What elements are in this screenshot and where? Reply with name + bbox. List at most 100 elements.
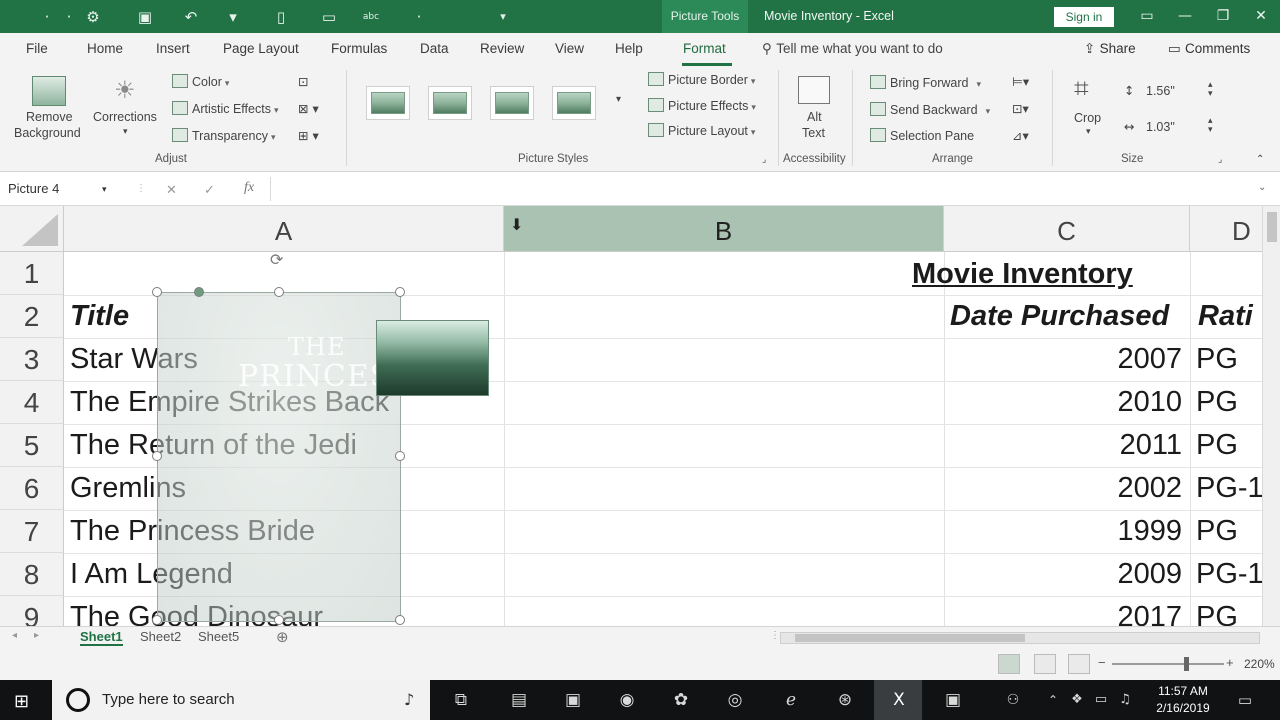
header-date-purchased-cell[interactable]: Date Purchased: [950, 295, 1169, 338]
year-cell[interactable]: 2002: [1030, 467, 1182, 510]
picture-styles-dialog-launcher-icon[interactable]: ⌟: [762, 154, 766, 165]
windows-start-icon[interactable]: ⊞: [14, 691, 29, 712]
year-cell[interactable]: 2011: [1030, 424, 1182, 467]
camtasia-icon[interactable]: ▣: [560, 688, 586, 712]
print-icon[interactable]: ▭: [318, 6, 340, 28]
tab-view[interactable]: View: [555, 41, 584, 56]
name-box[interactable]: Picture 4 ▾: [0, 177, 118, 201]
maximize-button[interactable]: ❐: [1204, 0, 1242, 33]
formula-input[interactable]: [270, 177, 1260, 201]
vertical-scrollbar[interactable]: [1262, 206, 1280, 626]
year-cell[interactable]: 1999: [1030, 510, 1182, 553]
tab-review[interactable]: Review: [480, 41, 524, 56]
rating-cell[interactable]: PG-1: [1196, 467, 1262, 510]
resize-handle-bottom-left[interactable]: [152, 615, 162, 625]
steam-icon[interactable]: ◉: [614, 688, 640, 712]
align-icon[interactable]: ⊨▾: [1012, 74, 1029, 89]
rating-cell[interactable]: PG: [1196, 596, 1238, 626]
year-cell[interactable]: 2009: [1030, 553, 1182, 596]
row-header-9[interactable]: 9: [0, 596, 64, 626]
reset-picture-icon[interactable]: ⊞ ▾: [298, 128, 319, 143]
bring-forward-button[interactable]: Bring Forward ▾: [870, 75, 981, 90]
artistic-effects-button[interactable]: Artistic Effects ▾: [172, 101, 279, 116]
clock-time[interactable]: 11:57 AM: [1150, 684, 1216, 698]
action-center-icon[interactable]: ▭: [1232, 688, 1258, 712]
size-dialog-launcher-icon[interactable]: ⌟: [1218, 154, 1222, 165]
tab-formulas[interactable]: Formulas: [331, 41, 387, 56]
show-hidden-icons-icon[interactable]: ⌃: [1040, 688, 1066, 712]
rating-cell[interactable]: PG: [1196, 338, 1238, 381]
cancel-icon[interactable]: ✕: [166, 182, 177, 198]
zoom-level[interactable]: 220%: [1244, 657, 1275, 671]
tab-split-icon[interactable]: ⋮: [770, 630, 780, 641]
row-header-6[interactable]: 6: [0, 467, 64, 510]
height-spinner-icon[interactable]: ▴ ▾: [1208, 80, 1213, 98]
sheet-tab-sheet5[interactable]: Sheet5: [198, 629, 239, 644]
shape-height-input[interactable]: 1.56": [1146, 84, 1175, 98]
row-header-5[interactable]: 5: [0, 424, 64, 467]
selection-pane-button[interactable]: Selection Pane: [870, 128, 974, 143]
quick-access-options-icon[interactable]: ⚙: [82, 6, 104, 28]
row-header-3[interactable]: 3: [0, 338, 64, 381]
tab-file[interactable]: File: [26, 41, 48, 56]
undo-dropdown-icon[interactable]: ▾: [222, 6, 244, 28]
corrections-icon[interactable]: ☀: [114, 76, 136, 104]
picture-style-1[interactable]: [366, 86, 410, 120]
send-backward-button[interactable]: Send Backward ▾: [870, 102, 990, 117]
row-header-4[interactable]: 4: [0, 381, 64, 424]
edge-icon[interactable]: ℯ: [778, 688, 804, 712]
color-button[interactable]: Color ▾: [172, 74, 229, 89]
new-sheet-icon[interactable]: ⊕: [276, 628, 289, 646]
corrections-dropdown-icon[interactable]: ▾: [123, 126, 128, 137]
corrections-button[interactable]: Corrections: [93, 110, 157, 124]
normal-view-button[interactable]: [998, 654, 1020, 674]
undo-icon[interactable]: ↶: [180, 6, 202, 28]
quick-access-more-icon[interactable]: ·: [408, 6, 430, 28]
previous-sheet-icon[interactable]: ◂: [12, 630, 17, 641]
column-header-b[interactable]: B ⬇: [504, 206, 944, 252]
picture-style-2[interactable]: [428, 86, 472, 120]
excel-icon[interactable]: X: [886, 688, 912, 712]
clock-date[interactable]: 2/16/2019: [1150, 701, 1216, 715]
file-explorer-icon[interactable]: ▤: [506, 688, 532, 712]
transparency-button[interactable]: Transparency ▾: [172, 128, 276, 143]
row-header-1[interactable]: 1: [0, 252, 64, 295]
sheet-tab-sheet2[interactable]: Sheet2: [140, 629, 181, 644]
microphone-icon[interactable]: ♪: [404, 690, 414, 709]
picture-effects-button[interactable]: Picture Effects ▾: [648, 98, 756, 113]
collapse-ribbon-icon[interactable]: ⌃: [1256, 154, 1264, 165]
sheet-tab-sheet1[interactable]: Sheet1: [80, 629, 123, 646]
resize-handle-top-center[interactable]: [274, 287, 284, 297]
tell-me-search[interactable]: ⚲ Tell me what you want to do: [762, 41, 943, 57]
picture-layout-button[interactable]: Picture Layout ▾: [648, 123, 755, 138]
compress-pictures-icon[interactable]: ⊡: [298, 74, 308, 89]
row-header-7[interactable]: 7: [0, 510, 64, 553]
width-spinner-icon[interactable]: ▴ ▾: [1208, 116, 1213, 134]
row-header-8[interactable]: 8: [0, 553, 64, 596]
page-layout-view-button[interactable]: [1034, 654, 1056, 674]
comments-button[interactable]: ▭ Comments: [1168, 41, 1250, 57]
year-cell[interactable]: 2017: [1030, 596, 1182, 626]
header-title-cell[interactable]: Title: [70, 295, 129, 338]
crop-dropdown-icon[interactable]: ▾: [1086, 126, 1091, 137]
tab-help[interactable]: Help: [615, 41, 643, 56]
resize-handle-top-left[interactable]: [152, 287, 162, 297]
select-all-corner[interactable]: [0, 206, 64, 252]
vertical-scroll-thumb[interactable]: [1267, 212, 1277, 242]
enter-icon[interactable]: ✓: [204, 182, 215, 198]
remove-background-label-2[interactable]: Background: [14, 126, 81, 140]
zoom-in-icon[interactable]: +: [1226, 655, 1234, 670]
tab-home[interactable]: Home: [87, 41, 123, 56]
battery-icon[interactable]: ▭: [1088, 688, 1114, 712]
remove-background-icon[interactable]: [32, 76, 66, 106]
selected-movie-poster-picture[interactable]: THE PRINCESS: [157, 292, 411, 622]
year-cell[interactable]: 2007: [1030, 338, 1182, 381]
spelling-icon[interactable]: abc: [360, 6, 382, 28]
page-break-view-button[interactable]: [1068, 654, 1090, 674]
picture-style-4[interactable]: [552, 86, 596, 120]
horizontal-scroll-thumb[interactable]: [795, 634, 1025, 642]
shape-width-input[interactable]: 1.03": [1146, 120, 1175, 134]
next-sheet-icon[interactable]: ▸: [34, 630, 39, 641]
camtasia-recorder-icon[interactable]: ▣: [940, 688, 966, 712]
resize-handle-bottom-center[interactable]: [274, 615, 284, 625]
